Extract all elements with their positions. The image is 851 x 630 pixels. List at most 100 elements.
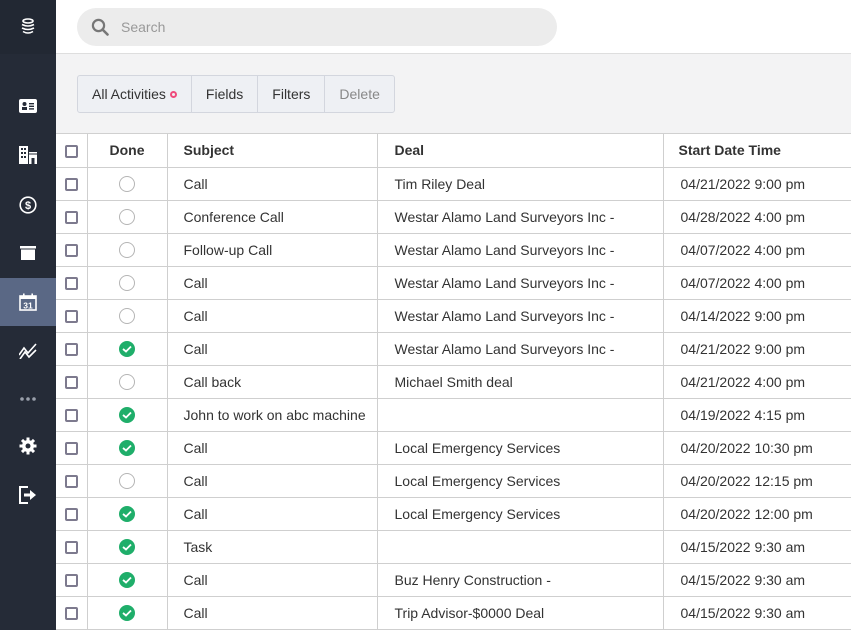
deal-cell[interactable]: Westar Alamo Land Surveyors Inc - — [377, 299, 664, 333]
subject-cell[interactable]: Call — [167, 596, 378, 630]
trend-chart-icon — [19, 343, 37, 359]
search-box[interactable] — [77, 8, 557, 46]
not-done-circle-icon[interactable] — [119, 473, 135, 490]
sidebar-item-activities[interactable]: 31 — [0, 278, 56, 326]
row-checkbox[interactable] — [64, 376, 78, 390]
search-icon — [91, 18, 109, 36]
deal-cell[interactable]: Buz Henry Construction - — [377, 563, 664, 597]
subject-cell[interactable]: Conference Call — [167, 200, 378, 234]
not-done-circle-icon[interactable] — [119, 374, 135, 391]
sidebar-item-logout[interactable] — [0, 471, 56, 519]
sidebar-item-settings[interactable] — [0, 422, 56, 470]
table-row[interactable]: Call Local Emergency Services 04/20/2022 1… — [56, 464, 851, 498]
subject-cell[interactable]: Call — [167, 299, 378, 333]
sidebar-item-archive[interactable] — [0, 229, 56, 277]
start-date-time-cell: 04/21/2022 9:00 pm — [663, 167, 851, 201]
table-row[interactable]: Call back Michael Smith deal 04/21/2022 4:… — [56, 365, 851, 399]
subject-cell[interactable]: Call — [167, 464, 378, 498]
all-activities-button[interactable]: All Activities — [77, 75, 192, 113]
deal-cell[interactable]: Local Emergency Services — [377, 497, 664, 531]
done-check-icon[interactable] — [119, 506, 135, 523]
subject-cell[interactable]: Call — [167, 497, 378, 531]
row-checkbox[interactable] — [64, 310, 78, 324]
sidebar-item-companies[interactable] — [0, 131, 56, 179]
done-check-icon[interactable] — [119, 407, 135, 424]
not-done-circle-icon[interactable] — [119, 275, 135, 292]
row-checkbox[interactable] — [64, 409, 78, 423]
done-check-icon[interactable] — [119, 572, 135, 589]
deal-cell[interactable]: Local Emergency Services — [377, 431, 664, 465]
deal-cell[interactable]: Local Emergency Services — [377, 464, 664, 498]
table-row[interactable]: Follow-up Call Westar Alamo Land Surveyor… — [56, 233, 851, 267]
deal-cell[interactable]: Westar Alamo Land Surveyors Inc - — [377, 266, 664, 300]
done-cell — [87, 563, 168, 597]
subject-cell[interactable]: Task — [167, 530, 378, 564]
done-cell — [87, 266, 168, 300]
done-check-icon[interactable] — [119, 440, 135, 457]
deal-cell[interactable]: Westar Alamo Land Surveyors Inc - — [377, 332, 664, 366]
deal-cell[interactable]: Tim Riley Deal — [377, 167, 664, 201]
table-row[interactable]: Call Westar Alamo Land Surveyors Inc -04/… — [56, 332, 851, 366]
not-done-circle-icon[interactable] — [119, 242, 135, 259]
deal-cell[interactable] — [377, 530, 664, 564]
subject-cell[interactable]: Call — [167, 167, 378, 201]
table-row[interactable]: Conference Call Westar Alamo Land Surveyo… — [56, 200, 851, 234]
subject-cell[interactable]: Call — [167, 266, 378, 300]
subject-cell[interactable]: Follow-up Call — [167, 233, 378, 267]
row-checkbox[interactable] — [64, 277, 78, 291]
table-row[interactable]: Call Local Emergency Services 04/20/2022 1… — [56, 497, 851, 531]
table-row[interactable]: Call Local Emergency Services 04/20/2022 1… — [56, 431, 851, 465]
row-checkbox[interactable] — [64, 607, 78, 621]
not-done-circle-icon[interactable] — [119, 209, 135, 226]
subject-cell[interactable]: Call — [167, 563, 378, 597]
table-row[interactable]: Call Tim Riley Deal 04/21/2022 9:00 pm — [56, 167, 851, 201]
column-header-deal[interactable]: Deal — [377, 134, 664, 168]
not-done-circle-icon[interactable] — [119, 308, 135, 325]
row-checkbox[interactable] — [64, 442, 78, 456]
column-header-done[interactable]: Done — [87, 134, 168, 168]
not-done-circle-icon[interactable] — [119, 176, 135, 193]
filters-button[interactable]: Filters — [257, 75, 326, 113]
subject-cell[interactable]: John to work on abc machine — [167, 398, 378, 432]
column-header-subject[interactable]: Subject — [167, 134, 378, 168]
row-checkbox[interactable] — [64, 244, 78, 258]
column-header-start-date-time[interactable]: Start Date Time — [663, 134, 851, 168]
deal-cell[interactable]: Westar Alamo Land Surveyors Inc - — [377, 200, 664, 234]
row-checkbox[interactable] — [64, 475, 78, 489]
row-checkbox[interactable] — [64, 211, 78, 225]
select-all-checkbox[interactable] — [64, 145, 78, 159]
table-row[interactable]: Call Westar Alamo Land Surveyors Inc -04/… — [56, 299, 851, 333]
start-date-time-cell: 04/15/2022 9:30 am — [663, 596, 851, 630]
done-check-icon[interactable] — [119, 341, 135, 358]
row-checkbox[interactable] — [64, 178, 78, 192]
subject-cell[interactable]: Call back — [167, 365, 378, 399]
subject-cell[interactable]: Call — [167, 332, 378, 366]
table-row[interactable]: Task 04/15/2022 9:30 am — [56, 530, 851, 564]
fields-button[interactable]: Fields — [190, 75, 259, 113]
delete-button[interactable]: Delete — [324, 75, 395, 113]
sidebar-item-deals[interactable]: $ — [0, 181, 56, 229]
subject-cell[interactable]: Call — [167, 431, 378, 465]
sidebar-item-contacts[interactable] — [0, 82, 56, 130]
done-check-icon[interactable] — [119, 539, 135, 556]
table-row[interactable]: Call Westar Alamo Land Surveyors Inc -04/… — [56, 266, 851, 300]
sidebar-item-reports[interactable] — [0, 327, 56, 375]
buildings-icon — [19, 146, 37, 164]
deal-cell[interactable]: Westar Alamo Land Surveyors Inc - — [377, 233, 664, 267]
table-row[interactable]: Call Buz Henry Construction -04/15/2022 9… — [56, 563, 851, 597]
deal-cell[interactable] — [377, 398, 664, 432]
row-checkbox[interactable] — [64, 574, 78, 588]
app-logo[interactable] — [0, 0, 56, 54]
deal-cell[interactable]: Michael Smith deal — [377, 365, 664, 399]
row-checkbox[interactable] — [64, 343, 78, 357]
row-checkbox[interactable] — [64, 508, 78, 522]
row-select-cell — [56, 299, 88, 333]
sidebar-item-more[interactable] — [0, 375, 56, 423]
search-input[interactable] — [121, 19, 521, 35]
done-check-icon[interactable] — [119, 605, 135, 622]
table-row[interactable]: Call Trip Advisor-$0000 Deal 04/15/2022 9:… — [56, 596, 851, 630]
deal-cell[interactable]: Trip Advisor-$0000 Deal — [377, 596, 664, 630]
row-checkbox[interactable] — [64, 541, 78, 555]
calendar-icon: 31 — [19, 293, 37, 311]
table-row[interactable]: John to work on abc machine 04/19/2022 4:… — [56, 398, 851, 432]
